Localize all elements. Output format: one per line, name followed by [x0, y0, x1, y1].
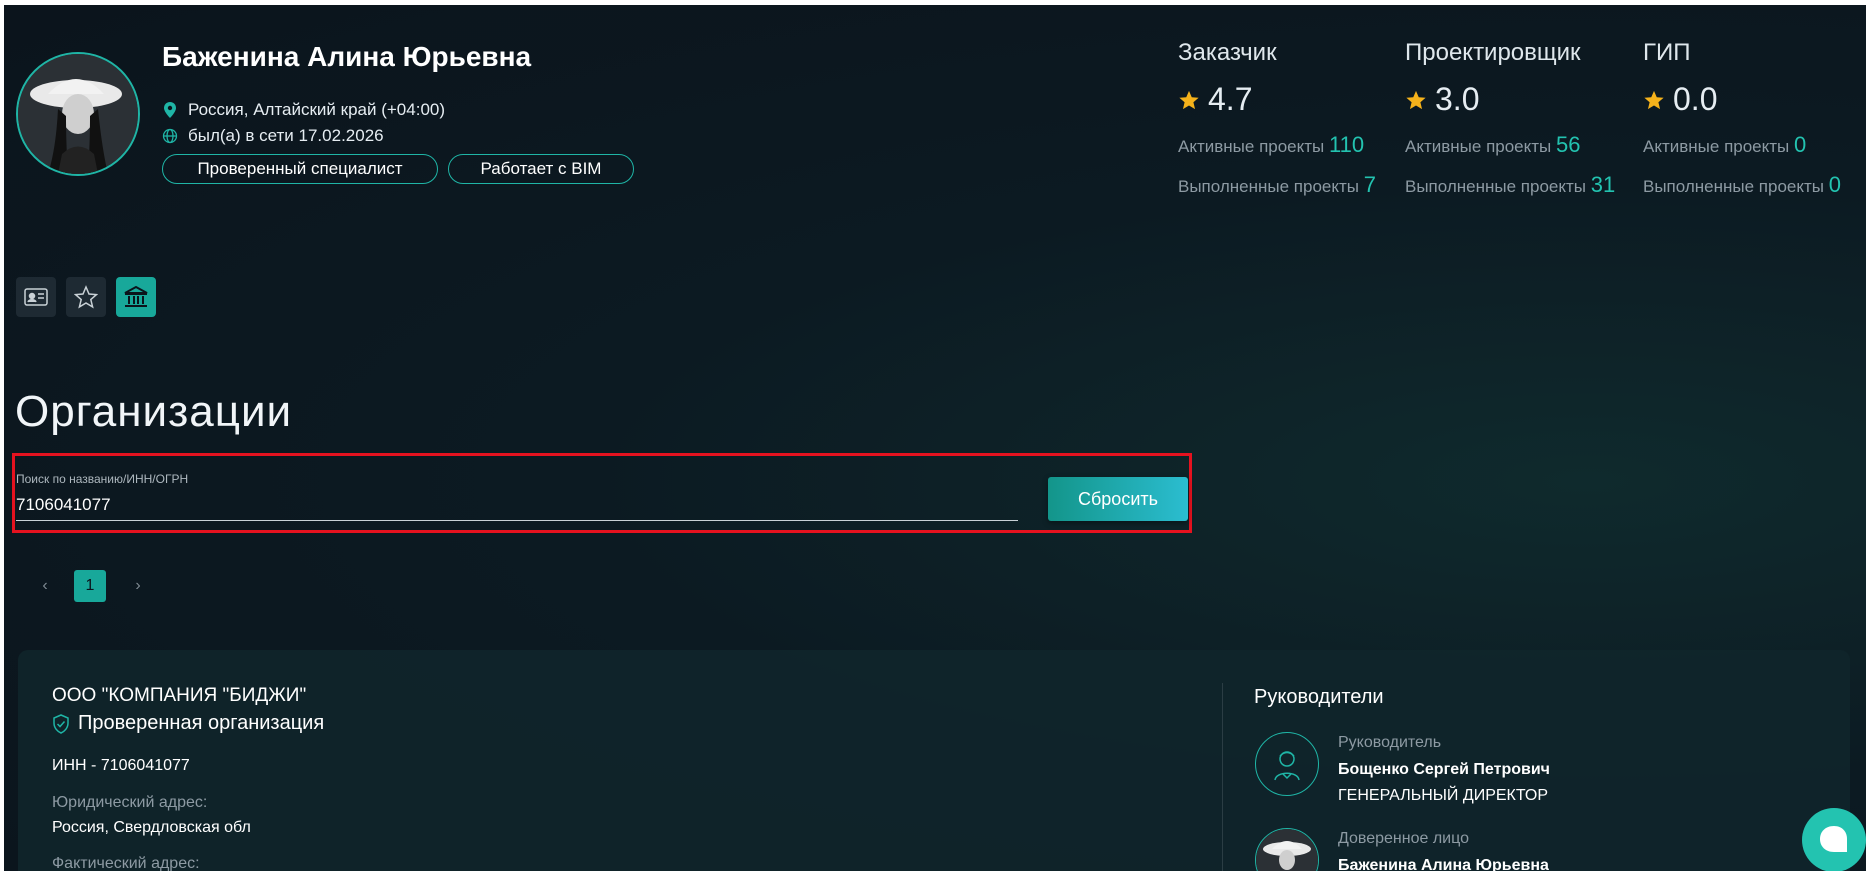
- actual-address-label: Фактический адрес:: [52, 855, 200, 871]
- active-projects: Активные проекты 0: [1643, 132, 1841, 158]
- profile-avatar: [16, 52, 140, 176]
- verified-specialist-badge: Проверенный специалист: [162, 154, 438, 184]
- organization-name: ООО "КОМПАНИЯ "БИДЖИ": [52, 685, 307, 706]
- pagination-next[interactable]: ›: [122, 570, 154, 602]
- tab-reviews[interactable]: [66, 277, 106, 317]
- legal-address-label: Юридический адрес:: [52, 794, 208, 811]
- leader-position: ГЕНЕРАЛЬНЫЙ ДИРЕКТОР: [1338, 787, 1549, 804]
- chat-bubble-icon: [1820, 826, 1847, 852]
- id-card-icon: [24, 288, 48, 306]
- location-text: Россия, Алтайский край (+04:00): [188, 100, 446, 119]
- last-seen-text: был(а) в сети 17.02.2026: [188, 126, 384, 145]
- last-seen-row: был(а) в сети 17.02.2026: [162, 126, 384, 146]
- bim-badge: Работает с BIM: [448, 154, 634, 184]
- stat-rating: 3.0: [1405, 81, 1615, 118]
- chat-button[interactable]: [1802, 808, 1866, 871]
- active-label: Активные проекты: [1405, 137, 1552, 156]
- leader-name: Бощенко Сергей Петрович: [1338, 761, 1550, 778]
- profile-name: Баженина Алина Юрьевна: [162, 41, 532, 72]
- star-icon: [1406, 90, 1426, 109]
- reset-button[interactable]: Сбросить: [1048, 477, 1188, 521]
- verified-organization: Проверенная организация: [52, 712, 324, 735]
- active-label: Активные проекты: [1178, 137, 1325, 156]
- shield-check-icon: [53, 713, 69, 734]
- done-label: Выполненные проекты: [1178, 177, 1359, 196]
- active-count: 110: [1329, 132, 1365, 157]
- bank-icon: [124, 285, 148, 307]
- location-pin-icon: [162, 102, 178, 118]
- rating-value: 3.0: [1435, 81, 1480, 117]
- leader-name: Баженина Алина Юрьевна: [1338, 857, 1549, 871]
- done-count: 7: [1363, 172, 1376, 197]
- stat-role: Заказчик: [1178, 39, 1277, 66]
- verified-label: Проверенная организация: [78, 712, 325, 734]
- pagination-page-1[interactable]: 1: [74, 570, 106, 602]
- rating-value: 0.0: [1673, 81, 1718, 117]
- organization-card: [18, 650, 1850, 871]
- leader-role: Доверенное лицо: [1338, 830, 1469, 847]
- active-count: 56: [1556, 132, 1581, 157]
- profile-page: Баженина Алина Юрьевна Россия, Алтайский…: [4, 5, 1866, 871]
- location-row: Россия, Алтайский край (+04:00): [162, 100, 445, 120]
- leader-avatar: [1255, 732, 1319, 796]
- search-input[interactable]: [16, 490, 1018, 521]
- done-count: 31: [1590, 172, 1616, 197]
- stat-role: ГИП: [1643, 39, 1691, 66]
- active-count: 0: [1794, 132, 1807, 157]
- stat-role: Проектировщик: [1405, 39, 1581, 66]
- stat-gip: ГИП 0.0 Активные проекты 0 Выполненные п…: [1643, 39, 1841, 198]
- legal-address-value: Россия, Свердловская обл: [52, 819, 251, 836]
- active-projects: Активные проекты 110: [1178, 132, 1376, 158]
- stat-designer: Проектировщик 3.0 Активные проекты 56 Вы…: [1405, 39, 1615, 198]
- card-divider: [1222, 683, 1223, 871]
- user-placeholder-icon: [1274, 751, 1300, 781]
- organization-inn: ИНН - 7106041077: [52, 757, 190, 774]
- done-projects: Выполненные проекты 7: [1178, 172, 1376, 198]
- pagination-prev[interactable]: ‹: [29, 570, 61, 602]
- section-title: Организации: [15, 387, 293, 436]
- done-projects: Выполненные проекты 31: [1405, 172, 1615, 198]
- star-icon: [1179, 90, 1199, 109]
- tab-organizations[interactable]: [116, 277, 156, 317]
- star-icon: [74, 285, 98, 309]
- rating-value: 4.7: [1208, 81, 1253, 117]
- done-projects: Выполненные проекты 0: [1643, 172, 1841, 198]
- search-label: Поиск по названию/ИНН/ОГРН: [16, 472, 189, 486]
- done-count: 0: [1828, 172, 1841, 197]
- stat-rating: 0.0: [1643, 81, 1841, 118]
- tab-profile-card[interactable]: [16, 277, 56, 317]
- globe-icon: [162, 128, 178, 144]
- active-projects: Активные проекты 56: [1405, 132, 1615, 158]
- star-icon: [1644, 90, 1664, 109]
- stat-rating: 4.7: [1178, 81, 1376, 118]
- stat-customer: Заказчик 4.7 Активные проекты 110 Выполн…: [1178, 39, 1376, 198]
- done-label: Выполненные проекты: [1405, 177, 1586, 196]
- active-label: Активные проекты: [1643, 137, 1790, 156]
- done-label: Выполненные проекты: [1643, 177, 1824, 196]
- leaders-title: Руководители: [1254, 686, 1384, 708]
- leader-role: Руководитель: [1338, 734, 1442, 751]
